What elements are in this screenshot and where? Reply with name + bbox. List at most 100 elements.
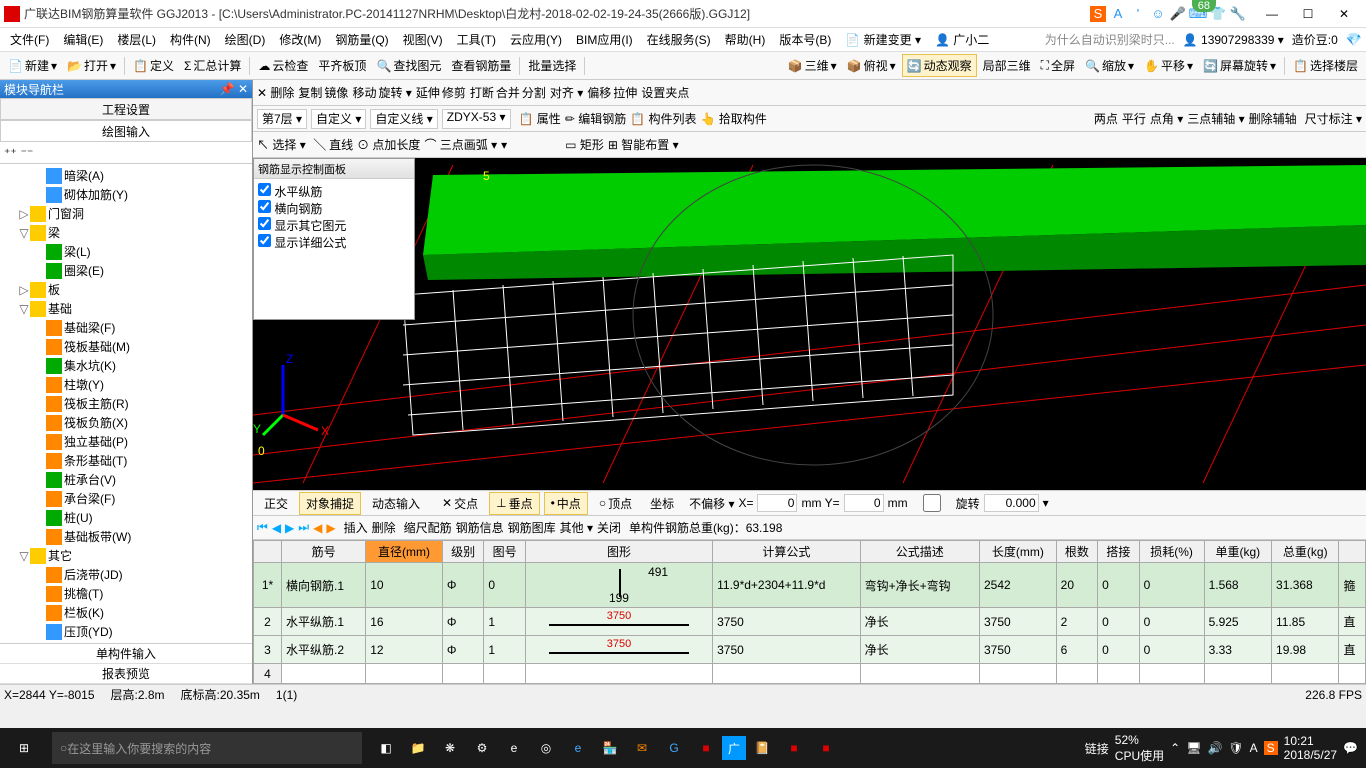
del-axis-button[interactable]: 删除辅轴	[1249, 110, 1297, 127]
extend-button[interactable]: 延伸	[416, 84, 440, 101]
display-option[interactable]: 显示详细公式	[258, 234, 410, 251]
tray-notif-icon[interactable]: 💬	[1343, 741, 1358, 755]
tree-item[interactable]: 承台梁(F)	[2, 489, 250, 508]
task-icon[interactable]: 🏪	[594, 728, 626, 768]
task-icon[interactable]: ◎	[530, 728, 562, 768]
3d-button[interactable]: 📦 三维 ▾	[784, 55, 841, 76]
tab-draw-input[interactable]: 绘图输入	[0, 120, 252, 142]
tree-item[interactable]: 基础梁(F)	[2, 318, 250, 337]
coord-toggle[interactable]: 坐标	[643, 492, 681, 515]
point-length-button[interactable]: ⊙ 点加长度	[357, 136, 420, 153]
display-option[interactable]: 显示其它图元	[258, 217, 410, 234]
offset-button[interactable]: 偏移	[587, 84, 611, 101]
align-button[interactable]: 对齐 ▾	[550, 84, 583, 101]
find-button[interactable]: 🔍 查找图元	[372, 55, 445, 76]
select-floor-button[interactable]: 📋 选择楼层	[1289, 55, 1362, 76]
tree-item[interactable]: 筏板主筋(R)	[2, 394, 250, 413]
column-header[interactable]	[1339, 541, 1366, 563]
pan-button[interactable]: ✋ 平移 ▾	[1140, 55, 1197, 76]
task-icon[interactable]: ■	[810, 728, 842, 768]
view-rebar-button[interactable]: 查看钢筋量	[447, 55, 515, 76]
tray-ime-icon[interactable]: S	[1264, 741, 1278, 755]
scale-button[interactable]: 缩尺配筋	[404, 519, 452, 536]
tab-report[interactable]: 报表预览	[0, 664, 252, 684]
menu-version[interactable]: 版本号(B)	[773, 29, 837, 50]
new-button[interactable]: 📄 新建 ▾	[4, 55, 61, 76]
parallel-button[interactable]: 平行	[1122, 110, 1146, 127]
sogou-icon[interactable]: S	[1090, 6, 1106, 22]
task-icon[interactable]: ■	[690, 728, 722, 768]
table-row[interactable]: 2水平纵筋.116Φ137503750净长37502005.92511.85直	[254, 608, 1366, 636]
tab-single-input[interactable]: 单构件输入	[0, 644, 252, 664]
tree-item[interactable]: 桩(U)	[2, 508, 250, 527]
column-header[interactable]: 搭接	[1098, 541, 1139, 563]
tree-item[interactable]: 条形基础(T)	[2, 451, 250, 470]
tray-time[interactable]: 10:212018/5/27	[1284, 734, 1337, 762]
offset-mode[interactable]: 不偏移 ▾	[689, 495, 734, 512]
line-button[interactable]: ╲ 直线	[314, 136, 353, 153]
tree-item[interactable]: ▷门窗洞	[2, 204, 250, 223]
column-header[interactable]: 图形	[525, 541, 712, 563]
x-input[interactable]	[757, 494, 797, 512]
tray-cpu[interactable]: 52%CPU使用	[1115, 733, 1164, 764]
pick-button[interactable]: 👆 拾取构件	[701, 110, 767, 127]
tree-item[interactable]: 筏板基础(M)	[2, 337, 250, 356]
menu-rebar[interactable]: 钢筋量(Q)	[329, 29, 394, 50]
close-panel-button[interactable]: 关闭	[597, 519, 621, 536]
tray-net-icon[interactable]: 🖥	[1186, 741, 1201, 755]
type-select[interactable]: 自定义线 ▾	[370, 109, 437, 129]
tray-up-icon[interactable]: ⌃	[1170, 741, 1180, 755]
flat-top-button[interactable]: 平齐板顶	[314, 55, 370, 76]
delete-button[interactable]: ✕ 删除	[257, 84, 294, 101]
ortho-toggle[interactable]: 正交	[257, 492, 295, 515]
split-button[interactable]: 分割	[522, 84, 546, 101]
column-header[interactable]: 根数	[1056, 541, 1097, 563]
insert-button[interactable]: 插入	[344, 519, 368, 536]
local-3d-button[interactable]: 局部三维	[979, 55, 1035, 76]
define-button[interactable]: 📋 定义	[129, 55, 178, 76]
open-button[interactable]: 📂 打开 ▾	[63, 55, 120, 76]
new-change[interactable]: 📄 新建变更 ▾	[839, 29, 927, 50]
close-button[interactable]: ✕	[1326, 0, 1362, 28]
mid-toggle[interactable]: • 中点	[544, 492, 588, 515]
tree-item[interactable]: ▽基础	[2, 299, 250, 318]
zoom-button[interactable]: 🔍 缩放 ▾	[1081, 55, 1138, 76]
phone[interactable]: 👤 13907298339 ▾	[1183, 33, 1284, 47]
task-icon[interactable]: 📁	[402, 728, 434, 768]
tool-icon[interactable]: A	[1110, 6, 1126, 22]
menu-cloud[interactable]: 云应用(Y)	[504, 29, 568, 50]
merge-button[interactable]: 合并	[496, 84, 520, 101]
screen-rotate-button[interactable]: 🔄 屏幕旋转 ▾	[1199, 55, 1280, 76]
task-icon[interactable]: e	[562, 728, 594, 768]
tray-a-icon[interactable]: A	[1250, 741, 1258, 755]
rebar-table[interactable]: 筋号直径(mm)级别图号图形计算公式公式描述长度(mm)根数搭接损耗(%)单重(…	[253, 540, 1366, 684]
tool-icon[interactable]: '	[1130, 6, 1146, 22]
maximize-button[interactable]: ☐	[1290, 0, 1326, 28]
copy-button[interactable]: 复制	[298, 84, 322, 101]
rotate-check[interactable]	[912, 494, 952, 512]
expand-icon[interactable]: ⁺⁺	[4, 146, 17, 160]
draw-combo[interactable]: ▾	[501, 138, 561, 152]
perp-toggle[interactable]: ⊥ 垂点	[489, 492, 539, 515]
set-grip-button[interactable]: 设置夹点	[641, 84, 689, 101]
cross-toggle[interactable]: ✕ 交点	[435, 492, 485, 515]
edit-rebar-button[interactable]: ✏ 编辑钢筋	[565, 110, 626, 127]
nav-icon[interactable]: ▶	[326, 521, 335, 535]
dynamic-view-button[interactable]: 🔄 动态观察	[902, 54, 977, 77]
table-row[interactable]: 1*横向钢筋.110Φ049119911.9*d+2304+11.9*d弯钩+净…	[254, 563, 1366, 608]
nav-next-icon[interactable]: ▶	[285, 521, 294, 535]
batch-button[interactable]: 批量选择	[524, 55, 580, 76]
pin-icon[interactable]: 📌	[220, 82, 235, 96]
tree-item[interactable]: 挑檐(T)	[2, 584, 250, 603]
collapse-icon[interactable]: ⁻⁻	[21, 146, 34, 160]
tree-item[interactable]: 独立基础(P)	[2, 432, 250, 451]
task-icon[interactable]: ◧	[370, 728, 402, 768]
tree-item[interactable]: ▷板	[2, 280, 250, 299]
stretch-button[interactable]: 拉伸	[613, 84, 637, 101]
tree-item[interactable]: 压顶(YD)	[2, 622, 250, 641]
break-button[interactable]: 打断	[470, 84, 494, 101]
trim-button[interactable]: 修剪	[442, 84, 466, 101]
nav-first-icon[interactable]: ⏮	[257, 520, 268, 535]
column-header[interactable]: 计算公式	[713, 541, 860, 563]
task-icon[interactable]: e	[498, 728, 530, 768]
